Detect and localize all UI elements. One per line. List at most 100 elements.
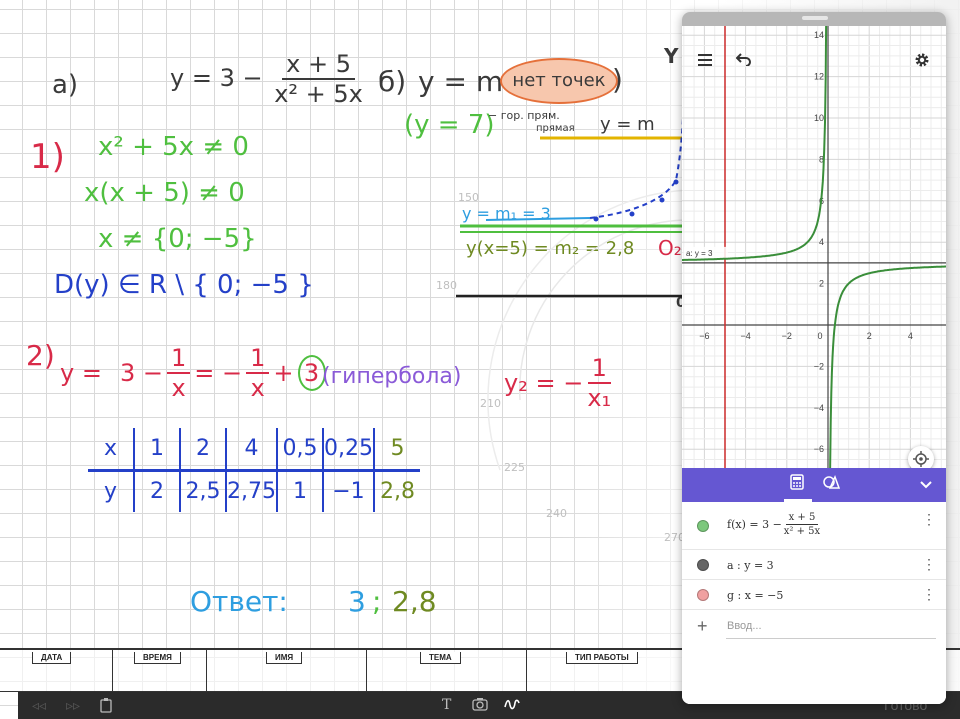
graph-canvas[interactable]: −6 −4 −2 0 2 41412108642−2−4−6a: y = 3 — [682, 12, 946, 492]
table-cell: 5 — [373, 428, 420, 471]
geometry-tools-icon[interactable] — [822, 474, 841, 494]
algebra-item-f[interactable]: f(x) = 3 − x + 5 x² + 5x ⋮ — [682, 502, 946, 550]
redo-icon[interactable]: ▹▹ — [66, 697, 80, 713]
visibility-dot[interactable] — [697, 520, 709, 532]
undo-arrow-icon[interactable] — [735, 52, 752, 70]
more-options-icon[interactable]: ⋮ — [922, 512, 936, 526]
table-cell: 4 — [226, 428, 278, 471]
y-tick-label: −2 — [814, 361, 824, 371]
x-tick-label: −6 — [699, 331, 709, 341]
more-options-icon[interactable]: ⋮ — [922, 587, 936, 601]
calculator-icon[interactable] — [790, 474, 804, 494]
answer-value2: 2,8 — [392, 585, 437, 618]
x-tick-label: 2 — [867, 331, 872, 341]
y-tick-label: 10 — [814, 113, 824, 123]
input-underline — [726, 638, 936, 639]
form-label-time: ВРЕМЯ — [134, 652, 181, 664]
y-tick-label: −4 — [814, 403, 824, 413]
table-cell: 2,75 — [226, 470, 278, 512]
answer-value1: 3 — [348, 585, 366, 618]
frac1-num: 1 — [166, 346, 191, 374]
step2-mid: 3 − — [119, 359, 163, 387]
y2-num: 1 — [587, 356, 611, 384]
form-label-work-type: ТИП РАБОТЫ — [566, 652, 638, 664]
domain-expr: D(y) ∈ R \ { 0; −5 } — [54, 270, 314, 300]
step1-line3: x ≠ {0; −5} — [98, 224, 257, 254]
x-tick-label: −4 — [740, 331, 750, 341]
x-tick-label: 4 — [908, 331, 913, 341]
step1-number: 1) — [30, 137, 65, 177]
camera-icon[interactable] — [472, 697, 488, 714]
table-cell: 1 — [276, 470, 324, 512]
f-expr-name: f(x) = 3 − — [727, 518, 782, 531]
form-label-date: ДАТА — [32, 652, 72, 664]
chevron-down-icon[interactable] — [920, 476, 932, 493]
algebra-view[interactable]: f(x) = 3 − x + 5 x² + 5x ⋮ a : y = 3 ⋮ g… — [682, 502, 946, 704]
table-cell: 1 — [134, 428, 181, 471]
menu-icon[interactable] — [698, 54, 712, 70]
step2-number: 2) — [26, 339, 55, 372]
y-tick-label: 4 — [819, 237, 824, 247]
table-cell: 2,5 — [180, 470, 227, 512]
plus-icon[interactable]: + — [697, 616, 708, 637]
algebra-input[interactable]: Ввод... — [727, 620, 762, 632]
form-divider — [366, 650, 367, 692]
form-label-topic: ТЕМА — [420, 652, 461, 664]
algebra-item-g[interactable]: g : x = −5 ⋮ — [682, 580, 946, 610]
f-num: x + 5 — [785, 512, 819, 525]
frac2-num: 1 — [246, 346, 270, 374]
table-cell: 0,5 — [276, 428, 324, 471]
table-cell: x — [88, 428, 135, 471]
step2-plus: + — [273, 359, 294, 387]
x-tick-label: 0 — [817, 331, 822, 341]
y2-label: y₂ = − — [504, 369, 584, 397]
visibility-dot[interactable] — [697, 589, 709, 601]
y-tick-label: 12 — [814, 72, 824, 82]
algebra-item-a[interactable]: a : y = 3 ⋮ — [682, 550, 946, 580]
gear-icon[interactable] — [914, 52, 930, 72]
sketch-line-m1 — [485, 217, 591, 221]
table-cell: 2 — [134, 470, 181, 512]
step2-frac1: 1 x — [166, 346, 191, 400]
geogebra-window[interactable]: −6 −4 −2 0 2 4 14 12 10 8 6 4 2 −2 −4 −6 a: y = 3 f — [682, 12, 946, 704]
step2-eq: = − — [194, 359, 243, 387]
answer-separator: ; — [372, 585, 382, 618]
pen-tool-icon[interactable] — [504, 697, 520, 714]
algebra-expr-f[interactable]: f(x) = 3 − x + 5 x² + 5x — [727, 512, 820, 537]
f-fraction: x + 5 x² + 5x — [784, 512, 820, 537]
text-tool-icon[interactable]: T — [442, 697, 451, 713]
algebra-expr-g[interactable]: g : x = −5 — [727, 589, 783, 602]
f-den: x² + 5x — [783, 526, 821, 537]
graph-view[interactable]: −6 −4 −2 0 2 4 14 12 10 8 6 4 2 −2 −4 −6 a: y = 3 — [682, 12, 946, 492]
visibility-dot[interactable] — [697, 559, 709, 571]
table-cell: 2,8 — [379, 479, 415, 504]
form-divider — [112, 650, 113, 692]
table-cell: 0,25 — [322, 428, 375, 471]
algebra-expr-a[interactable]: a : y = 3 — [727, 559, 774, 572]
sketch-hyperbola — [589, 79, 685, 219]
more-options-icon[interactable]: ⋮ — [922, 557, 936, 571]
frac2-den: x — [250, 374, 265, 402]
clipboard-icon[interactable] — [100, 697, 112, 716]
step2-y: y = — [60, 359, 102, 387]
table-row: x 1 2 4 0,5 0,25 5 — [88, 428, 420, 471]
table-cell: −1 — [322, 470, 375, 512]
undo-icon[interactable]: ◃◃ — [32, 697, 46, 713]
algebra-input-row[interactable]: + Ввод... — [682, 610, 946, 642]
hyperbola-note: (гипербола) — [322, 364, 462, 389]
drag-bar[interactable] — [682, 12, 946, 26]
drag-handle[interactable] — [802, 16, 828, 20]
y-tick-label: −6 — [814, 444, 824, 454]
line-a-label: a: y = 3 — [686, 249, 713, 258]
value-table: x 1 2 4 0,5 0,25 5 y 2 2,5 2,75 1 −1 2,8 — [88, 428, 420, 512]
y2-frac: 1 x₁ — [587, 356, 611, 410]
y-tick-label: 14 — [814, 30, 824, 40]
table-cell: 2 — [180, 428, 227, 471]
view-tabs — [682, 468, 946, 502]
table-row: y 2 2,5 2,75 1 −1 2,8 — [88, 470, 420, 512]
form-divider — [526, 650, 527, 692]
step2-frac2: 1 x — [246, 346, 270, 402]
form-divider — [206, 650, 207, 692]
answer-label: Ответ: — [190, 585, 288, 618]
y2-expr: y₂ = − 1 x₁ — [504, 356, 615, 410]
